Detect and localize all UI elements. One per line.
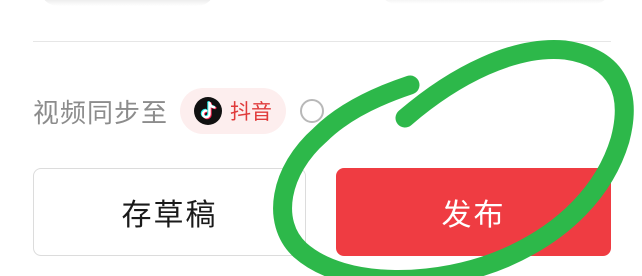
- douyin-chip[interactable]: 抖音: [180, 88, 287, 134]
- sync-label: 视频同步至: [33, 98, 169, 129]
- shadow-left: [40, 0, 215, 6]
- sync-checkbox[interactable]: [300, 99, 325, 123]
- douyin-logo-icon: [194, 97, 223, 125]
- previous-content-edge: [0, 0, 642, 14]
- douyin-label: 抖音: [230, 100, 273, 124]
- shadow-right: [380, 0, 610, 4]
- publish-button[interactable]: 发布: [336, 168, 611, 256]
- save-draft-button[interactable]: 存草稿: [33, 168, 306, 256]
- divider: [33, 41, 611, 42]
- sync-row: 视频同步至 抖音: [33, 88, 325, 134]
